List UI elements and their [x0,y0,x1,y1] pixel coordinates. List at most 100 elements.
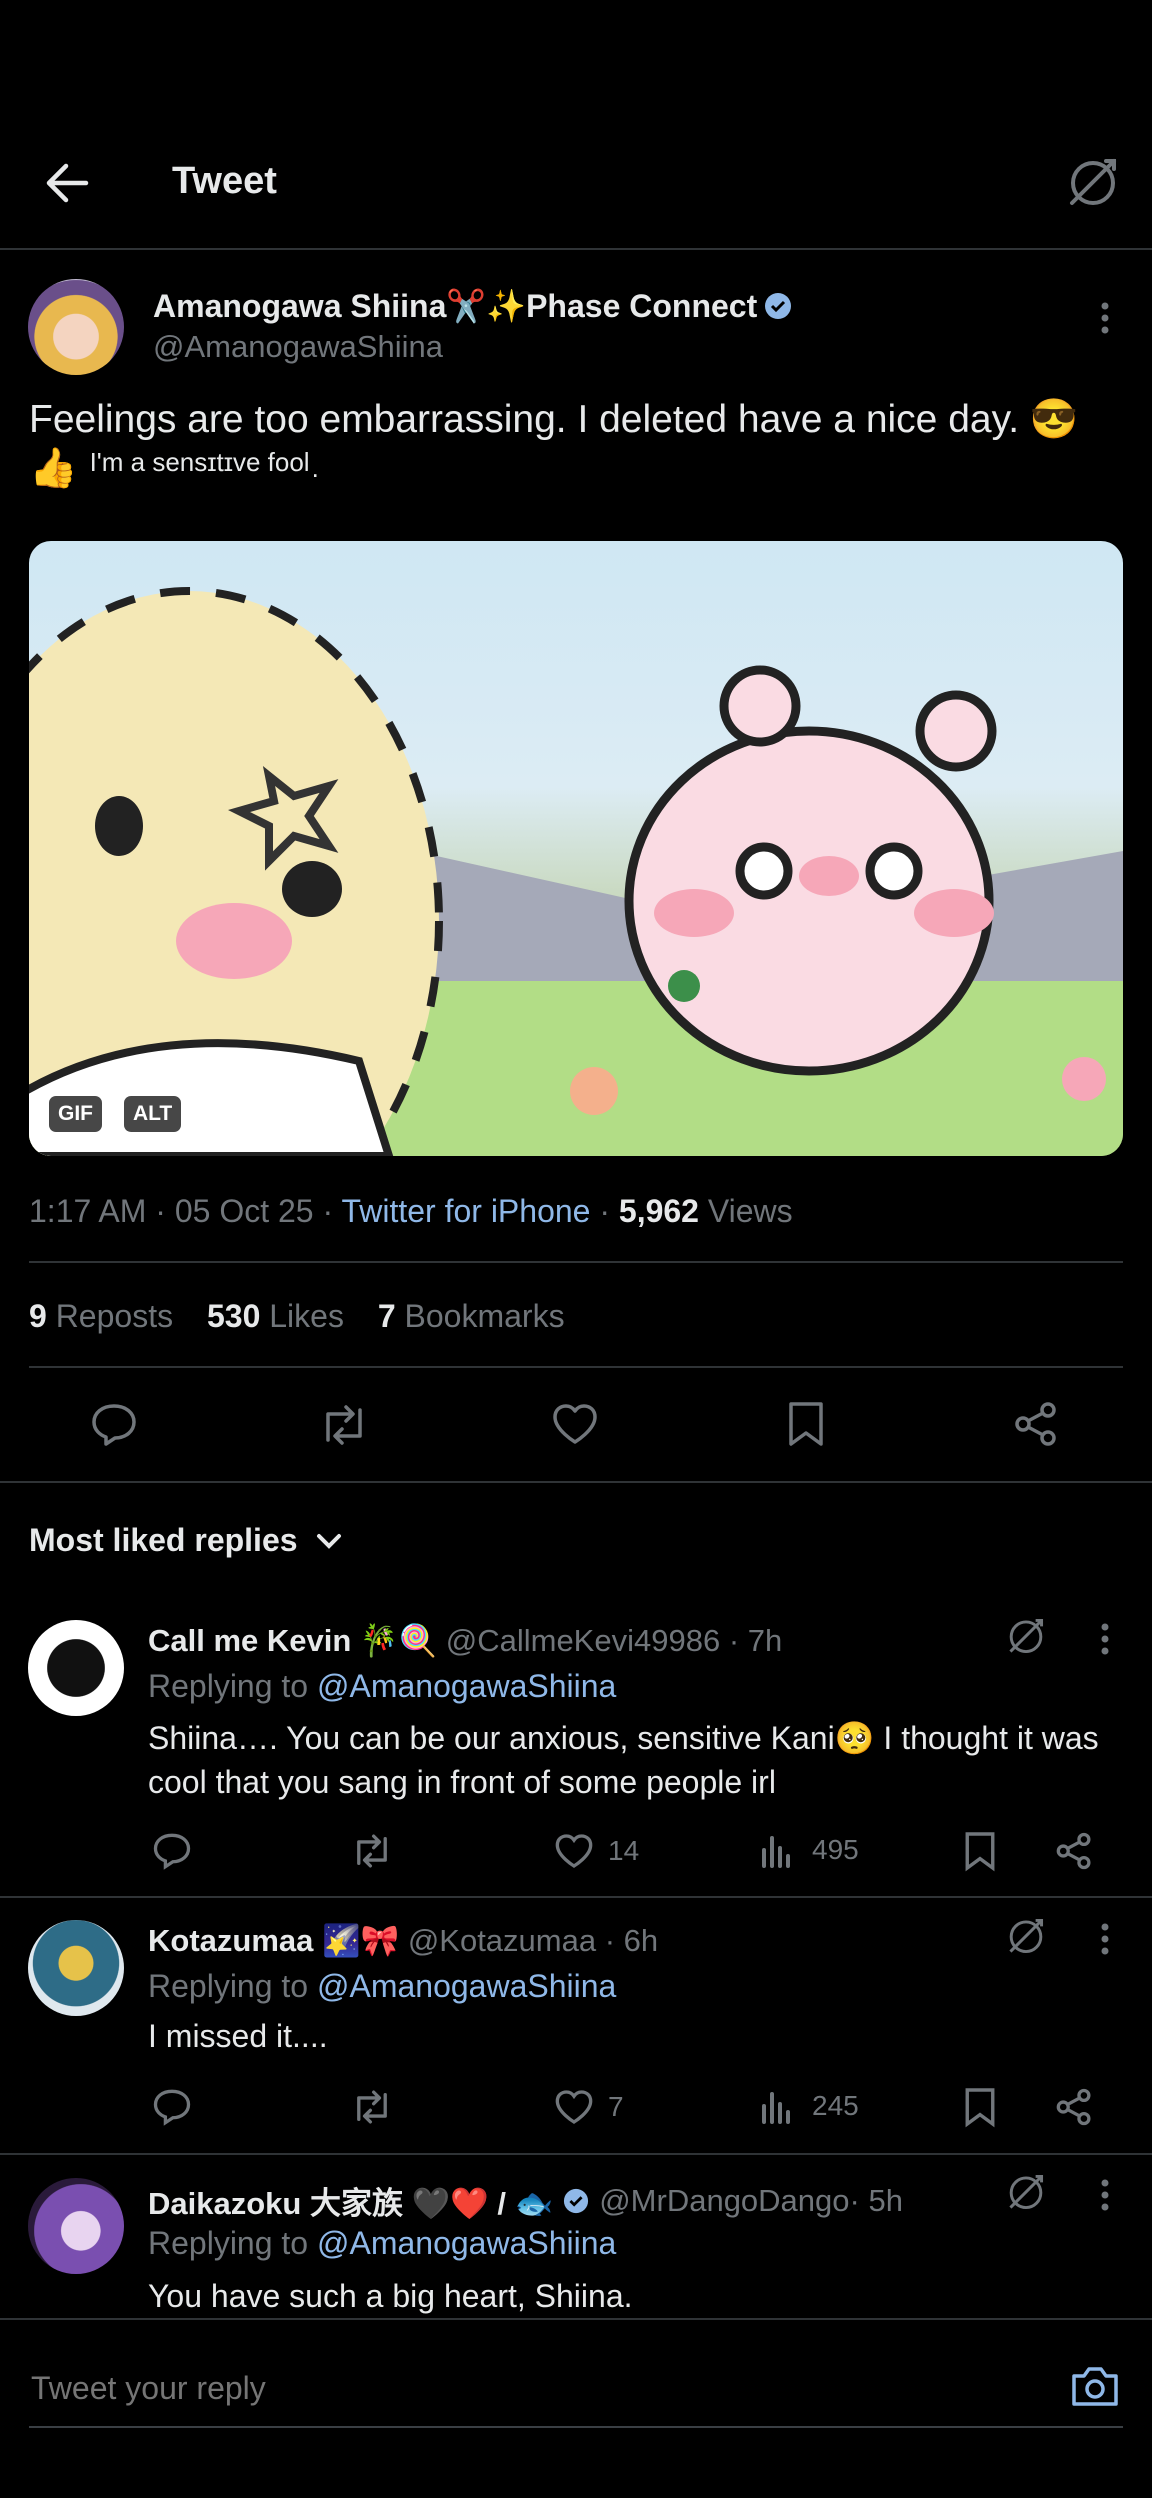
divider [0,1896,1152,1898]
reply-text: Shiina…. You can be our anxious, sensiti… [148,1720,1099,1800]
reply-avatar[interactable] [28,1920,124,2016]
replying-to-label: Replying to [148,1968,317,2004]
alt-badge[interactable]: ALT [124,1096,182,1132]
reply-text: I missed it.... [148,2018,328,2054]
reply-share-button[interactable] [1055,1832,1093,1870]
replies-sort-label: Most liked replies [29,1522,298,1558]
reply-icon [153,1833,191,1870]
more-options-button[interactable] [1094,301,1116,335]
repost-icon [326,1405,362,1445]
reply-time: · 7h [720,1623,783,1658]
likes-label: Likes [260,1298,344,1334]
reply-icon [153,2089,191,2126]
reposts-stat[interactable]: 9 Reposts [29,1298,173,1334]
reply-header: Call me Kevin 🎋🍭 @CallmeKevi49986 · 7h [148,1622,782,1659]
repost-icon [357,1834,387,1868]
reply-icon [92,1404,136,1446]
reply-like-button[interactable]: 14 [554,1832,639,1870]
translate-button[interactable] [1066,155,1120,209]
replies-sort-dropdown[interactable]: Most liked replies [29,1522,344,1559]
verified-badge-icon [764,292,792,320]
reply-share-button[interactable] [1055,2088,1093,2126]
more-vertical-icon [1101,302,1109,334]
reply-avatar[interactable] [28,2178,124,2274]
bookmark-icon [789,1402,823,1446]
replying-to-link[interactable]: @AmanogawaShiina [317,2225,616,2261]
chevron-down-icon [316,1533,341,1549]
author-name[interactable]: Amanogawa Shiina✂️✨Phase Connect [153,287,757,325]
reply-reply-button[interactable] [152,1832,192,1870]
reply-translate-button[interactable] [1006,1916,1046,1956]
reply-more-button[interactable] [1094,2178,1116,2212]
meta-separator: · [590,1193,619,1229]
tweet-media-gif[interactable]: GIF ALT [29,541,1123,1156]
replying-to: Replying to @AmanogawaShiina [148,1668,616,1705]
share-button[interactable] [1013,1401,1059,1447]
reply-author-name[interactable]: Daikazoku 大家族 🖤❤️ / 🐟 [148,2178,553,2223]
reply-bookmark-button[interactable] [963,2086,997,2128]
more-vertical-icon [1101,1623,1109,1655]
replying-to-label: Replying to [148,1668,317,1704]
reply-views-button[interactable]: 495 [760,1832,859,1868]
reply-author-name[interactable]: Kotazumaa 🌠🎀 [148,1923,399,1958]
reply-views-count: 495 [812,1834,859,1865]
tweet-source-link[interactable]: Twitter for iPhone [341,1193,590,1229]
reply-input[interactable] [29,2362,1013,2414]
reply-author-handle[interactable]: @CallmeKevi49986 [446,1623,720,1658]
divider [0,2153,1152,2155]
views-label: Views [698,1193,793,1229]
reposts-count: 9 [29,1298,47,1334]
replying-to-link[interactable]: @AmanogawaShiina [317,1968,616,2004]
reply-button[interactable] [90,1402,138,1448]
views-icon [762,1836,790,1868]
reply-bookmark-button[interactable] [963,1830,997,1872]
meta-separator: · [313,1193,342,1229]
heart-icon [555,2090,593,2124]
replying-to-link[interactable]: @AmanogawaShiina [317,1668,616,1704]
author-avatar[interactable] [28,279,124,375]
bookmarks-count: 7 [377,1298,396,1334]
likes-stat[interactable]: 530 Likes [207,1298,344,1334]
bookmark-icon [965,1832,995,1872]
replying-to: Replying to @AmanogawaShiina [148,2225,616,2262]
thumbs-up-emoji: 👍 [29,447,78,490]
views-count: 5,962 [618,1193,699,1229]
like-button[interactable] [551,1402,599,1446]
gif-illustration [29,587,1123,1156]
camera-button[interactable] [1070,2364,1120,2408]
reply-repost-button[interactable] [350,2088,394,2126]
bookmark-button[interactable] [786,1400,826,1448]
reply-author-name[interactable]: Call me Kevin 🎋🍭 [148,1623,437,1658]
reply-views-button[interactable]: 245 [760,2088,859,2124]
reply-repost-button[interactable] [350,1832,394,1870]
reply-reply-button[interactable] [152,2088,192,2126]
author-handle[interactable]: @AmanogawaShiina [153,329,443,365]
reply-translate-button[interactable] [1006,2172,1046,2212]
reply-like-button[interactable]: 7 [554,2088,624,2126]
translate-icon [1009,1918,1044,1954]
reply-author-handle[interactable]: @MrDangoDango [599,2183,849,2219]
reply-time: · 5h [849,2182,903,2218]
views-icon [762,2092,790,2124]
replying-to: Replying to @AmanogawaShiina [148,1968,616,2005]
share-icon [1056,1832,1091,1870]
reply-more-button[interactable] [1094,1922,1116,1956]
divider [29,1261,1123,1263]
back-button[interactable] [44,162,90,204]
reply-translate-button[interactable] [1006,1616,1046,1656]
divider [29,1366,1123,1368]
repost-button[interactable] [318,1402,370,1448]
heart-icon [553,1404,597,1444]
more-vertical-icon [1101,1923,1109,1955]
divider [0,1481,1152,1483]
translate-icon [1070,159,1116,205]
reply-author-handle[interactable]: @Kotazumaa [408,1923,596,1958]
share-icon [1015,1402,1056,1446]
reply-avatar[interactable] [28,1620,124,1716]
meta-separator: · [146,1193,175,1229]
composer-underline [29,2426,1123,2428]
reply-more-button[interactable] [1094,1622,1116,1656]
reply-like-count: 7 [608,2091,624,2122]
bookmarks-stat[interactable]: 7 Bookmarks [378,1298,565,1334]
replying-to-label: Replying to [148,2225,317,2261]
